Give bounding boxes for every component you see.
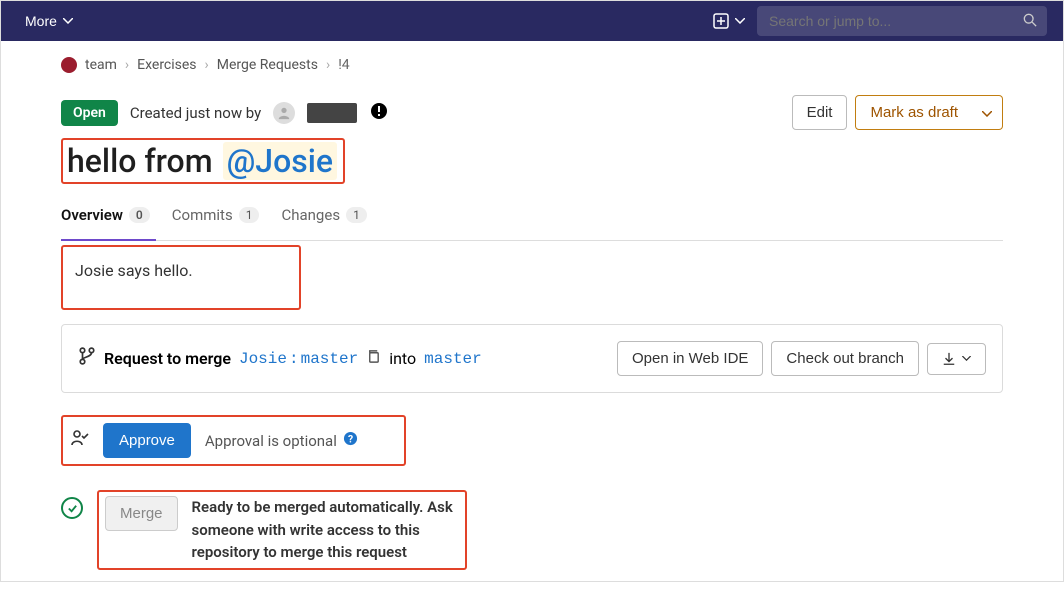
- checkout-branch-button[interactable]: Check out branch: [771, 341, 919, 376]
- tab-count: 1: [346, 207, 367, 223]
- source-user-link[interactable]: Josie: [239, 350, 287, 368]
- download-icon: [942, 352, 956, 366]
- merge-request-widget: Request to merge Josie:master into maste…: [61, 324, 1003, 393]
- chevron-down-icon: [982, 111, 992, 117]
- new-menu[interactable]: [713, 13, 745, 29]
- merge-label: Request to merge: [104, 349, 231, 368]
- merge-status-text: Ready to be merged automatically. Ask so…: [192, 496, 459, 564]
- ready-check-icon: [61, 497, 83, 519]
- plus-square-icon: [713, 13, 729, 29]
- target-branch-link[interactable]: master: [424, 350, 482, 368]
- created-text: Created just now by: [130, 104, 261, 122]
- mr-tabs: Overview 0 Commits 1 Changes 1: [61, 206, 1003, 234]
- tab-changes[interactable]: Changes 1: [281, 206, 366, 234]
- search-input[interactable]: [757, 6, 1047, 36]
- chevron-down-icon: [63, 18, 73, 24]
- group-avatar-icon: [61, 57, 77, 73]
- git-merge-icon: [78, 347, 96, 370]
- more-label: More: [25, 13, 57, 29]
- edit-button[interactable]: Edit: [792, 95, 848, 130]
- tab-count: 1: [239, 207, 260, 223]
- breadcrumb: team › Exercises › Merge Requests › !4: [61, 57, 1003, 73]
- approval-user-icon[interactable]: [71, 429, 89, 452]
- tab-count: 0: [129, 207, 150, 223]
- mr-title: hello from @Josie: [67, 142, 337, 180]
- approval-section: Approve Approval is optional ?: [61, 415, 406, 466]
- search-icon: [1023, 13, 1037, 31]
- title-highlight: hello from @Josie: [61, 138, 345, 184]
- into-label: into: [389, 349, 416, 368]
- chevron-down-icon: [962, 356, 971, 361]
- copy-branch-icon[interactable]: [366, 349, 381, 368]
- merge-section: Merge Ready to be merged automatically. …: [61, 490, 1003, 570]
- source-branch-link[interactable]: master: [301, 350, 359, 368]
- breadcrumb-merge-requests[interactable]: Merge Requests: [217, 57, 318, 73]
- status-badge: Open: [61, 100, 118, 126]
- avatar[interactable]: [273, 102, 295, 124]
- approval-status-text: Approval is optional: [205, 432, 337, 450]
- title-text: hello from: [67, 142, 213, 180]
- tab-label: Commits: [172, 206, 233, 224]
- tab-commits[interactable]: Commits 1: [172, 206, 260, 234]
- open-web-ide-button[interactable]: Open in Web IDE: [617, 341, 763, 376]
- breadcrumb-exercises[interactable]: Exercises: [137, 57, 196, 73]
- approve-button[interactable]: Approve: [103, 423, 191, 458]
- mark-draft-button[interactable]: Mark as draft: [855, 95, 973, 130]
- more-menu[interactable]: More: [17, 7, 81, 35]
- breadcrumb-team[interactable]: team: [85, 57, 117, 73]
- user-mention[interactable]: @Josie: [223, 142, 337, 180]
- tab-divider: [61, 240, 1003, 241]
- svg-text:?: ?: [348, 432, 353, 445]
- download-dropdown[interactable]: [927, 343, 986, 375]
- tab-overview[interactable]: Overview 0: [61, 206, 150, 234]
- draft-dropdown[interactable]: [972, 95, 1003, 130]
- top-nav: More: [1, 1, 1063, 41]
- help-icon[interactable]: ?: [343, 431, 358, 450]
- tab-label: Changes: [281, 206, 340, 224]
- breadcrumb-mr-id: !4: [338, 57, 349, 73]
- tab-label: Overview: [61, 206, 123, 224]
- warning-icon: [371, 103, 387, 123]
- mr-description: Josie says hello.: [61, 245, 301, 310]
- author-name-redacted[interactable]: [307, 103, 357, 123]
- chevron-down-icon: [735, 18, 745, 24]
- merge-button[interactable]: Merge: [105, 496, 178, 531]
